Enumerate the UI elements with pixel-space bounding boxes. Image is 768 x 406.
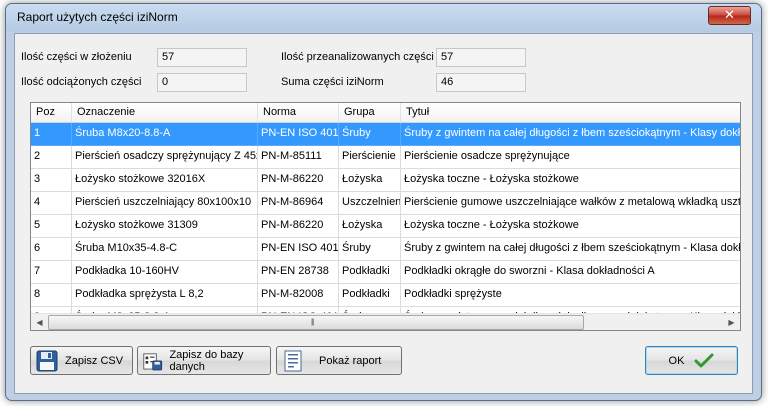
save-csv-label: Zapisz CSV xyxy=(65,354,124,367)
horizontal-scrollbar[interactable]: ◀ ||| ▶ xyxy=(31,313,740,330)
cell-oznaczenie: Pierścień osadczy sprężynujący Z 45x1,75 xyxy=(72,146,258,169)
cell-grupa: Podkładki xyxy=(339,261,401,284)
cell-oznaczenie: Łożysko stożkowe 32016X xyxy=(72,169,258,192)
table-row[interactable]: 5 Łożysko stożkowe 31309 PN-M-86220 Łożyska… xyxy=(31,215,740,238)
cell-grupa: Łożyska xyxy=(339,169,401,192)
column-header-grupa[interactable]: Grupa xyxy=(339,103,401,123)
parts-in-assembly-label: Ilość części w złożeniu xyxy=(21,51,132,63)
cell-oznaczenie: Podkładka sprężysta L 8,2 xyxy=(72,284,258,307)
cell-grupa: Śruby xyxy=(339,123,401,146)
cell-grupa: Podkładki xyxy=(339,284,401,307)
scrollbar-grip-icon: ||| xyxy=(311,319,315,326)
scroll-right-icon[interactable]: ▶ xyxy=(723,314,740,330)
dialog-body: Ilość części w złożeniu 57 Ilość przeana… xyxy=(14,33,753,394)
cell-norma: PN-EN 28738 xyxy=(258,261,339,284)
cell-norma: PN-M-85111 xyxy=(258,146,339,169)
cell-norma: PN-M-86964 xyxy=(258,192,339,215)
cell-norma: PN-M-82008 xyxy=(258,284,339,307)
report-dialog: Raport użytych części iziNorm ✕ Ilość cz… xyxy=(5,3,762,401)
table-row[interactable]: 8 Podkładka sprężysta L 8,2 PN-M-82008 Podk… xyxy=(31,284,740,307)
table-row[interactable]: 2Pierścień osadczy sprężynujący Z 45x1,7… xyxy=(31,146,740,169)
parts-in-assembly-field: 57 xyxy=(157,48,247,67)
cell-norma: PN-EN ISO 4017 xyxy=(258,123,339,146)
cell-oznaczenie: Podkładka 10-160HV xyxy=(72,261,258,284)
column-header-oznaczenie[interactable]: Oznaczenie xyxy=(72,103,258,123)
cell-grupa: Śruby xyxy=(339,238,401,261)
scroll-left-icon[interactable]: ◀ xyxy=(31,314,48,330)
cell-oznaczenie: Śruba M10x35-4.8-C xyxy=(72,238,258,261)
cell-tytul: Podkładki sprężyste xyxy=(401,284,740,307)
window-title: Raport użytych części iziNorm xyxy=(17,10,178,24)
show-report-button[interactable]: Pokaż raport xyxy=(276,346,402,375)
unloaded-parts-label: Ilość odciążonych części xyxy=(21,76,142,88)
cell-grupa: Łożyska xyxy=(339,215,401,238)
cell-tytul: Śruby z gwintem na całej długości z łbem… xyxy=(401,238,740,261)
analyzed-parts-label: Ilość przeanalizowanych części xyxy=(281,51,434,63)
izinorm-sum-label: Suma części iziNorm xyxy=(281,76,384,88)
table-row[interactable]: 7 Podkładka 10-160HV PN-EN 28738 Podkładki P… xyxy=(31,261,740,284)
scrollbar-thumb[interactable]: ||| xyxy=(48,315,584,330)
cell-grupa: Uszczelnienia xyxy=(339,192,401,215)
parts-table[interactable]: Poz Oznaczenie Norma Grupa Tytuł 1 Śruba … xyxy=(30,102,741,331)
column-header-tytul[interactable]: Tytuł xyxy=(401,103,740,123)
cell-poz: 7 xyxy=(31,261,72,284)
table-header: Poz Oznaczenie Norma Grupa Tytuł xyxy=(31,103,740,123)
cell-oznaczenie: Łożysko stożkowe 31309 xyxy=(72,215,258,238)
cell-poz: 5 xyxy=(31,215,72,238)
table-row[interactable]: 4 Pierścień uszczelniający 80x100x10 PN-M-… xyxy=(31,192,740,215)
floppy-disk-icon xyxy=(36,350,58,371)
report-document-icon xyxy=(284,350,302,371)
cell-oznaczenie: Śruba M8x20-8.8-A xyxy=(72,123,258,146)
show-report-label: Pokaż raport xyxy=(319,354,382,367)
checkmark-icon xyxy=(694,353,714,367)
save-to-database-button[interactable]: Zapisz do bazy danych xyxy=(137,346,271,375)
cell-norma: PN-M-86220 xyxy=(258,169,339,192)
cell-poz: 8 xyxy=(31,284,72,307)
cell-poz: 2 xyxy=(31,146,72,169)
cell-norma: PN-M-86220 xyxy=(258,215,339,238)
cell-tytul: Podkładki okrągłe do sworzni - Klasa dok… xyxy=(401,261,740,284)
cell-poz: 6 xyxy=(31,238,72,261)
analyzed-parts-field: 57 xyxy=(436,48,526,67)
table-body: 1 Śruba M8x20-8.8-A PN-EN ISO 4017 Śruby Śru… xyxy=(31,123,740,330)
cell-oznaczenie: Pierścień uszczelniający 80x100x10 xyxy=(72,192,258,215)
cell-poz: 1 xyxy=(31,123,72,146)
ok-label: OK xyxy=(668,354,685,367)
column-header-poz[interactable]: Poz xyxy=(31,103,72,123)
cell-norma: PN-EN ISO 4018 xyxy=(258,238,339,261)
cell-poz: 4 xyxy=(31,192,72,215)
table-row[interactable]: 6 Śruba M10x35-4.8-C PN-EN ISO 4018 Śruby Śr… xyxy=(31,238,740,261)
cell-tytul: Pierścienie osadcze sprężynujące xyxy=(401,146,740,169)
ok-button[interactable]: OK xyxy=(645,346,738,375)
unloaded-parts-field: 0 xyxy=(157,73,247,92)
column-header-norma[interactable]: Norma xyxy=(258,103,339,123)
title-bar[interactable]: Raport użytych części iziNorm ✕ xyxy=(6,4,761,32)
table-row[interactable]: 1 Śruba M8x20-8.8-A PN-EN ISO 4017 Śruby Śru… xyxy=(31,123,740,146)
cell-tytul: Łożyska toczne - Łożyska stożkowe xyxy=(401,169,740,192)
table-row[interactable]: 3 Łożysko stożkowe 32016X PN-M-86220 Łożysk… xyxy=(31,169,740,192)
save-to-database-label: Zapisz do bazy danych xyxy=(169,348,244,373)
save-csv-button[interactable]: Zapisz CSV xyxy=(30,346,133,375)
database-save-icon xyxy=(143,352,163,370)
close-icon: ✕ xyxy=(724,7,735,22)
cell-grupa: Pierścienie xyxy=(339,146,401,169)
close-button[interactable]: ✕ xyxy=(708,6,751,25)
cell-tytul: Pierścienie gumowe uszczelniające wałków… xyxy=(401,192,740,215)
izinorm-sum-field: 46 xyxy=(436,73,526,92)
cell-tytul: Łożyska toczne - Łożyska stożkowe xyxy=(401,215,740,238)
cell-poz: 3 xyxy=(31,169,72,192)
cell-tytul: Śruby z gwintem na całej długości z łbem… xyxy=(401,123,740,146)
